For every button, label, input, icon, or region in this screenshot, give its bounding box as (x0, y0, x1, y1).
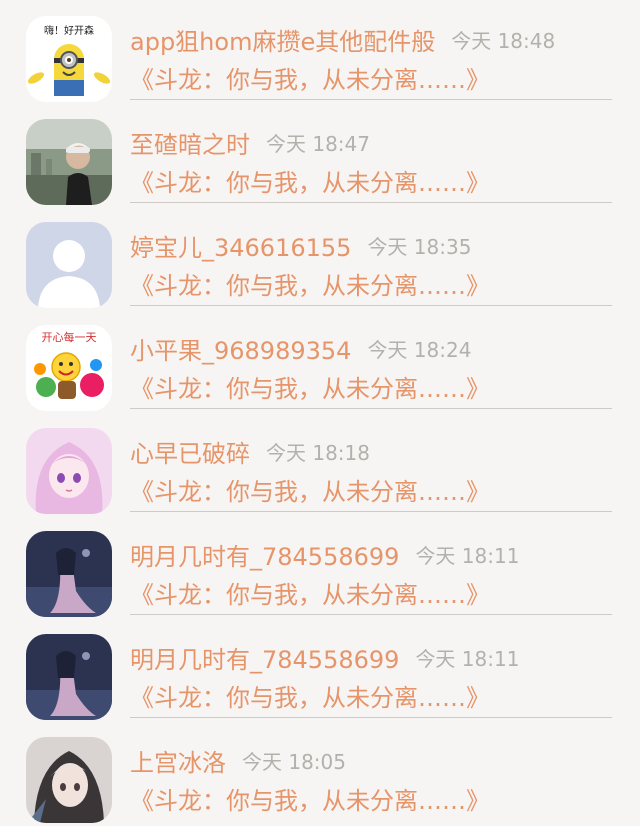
message-list: 嗨！好开森 app狙hom麻攒e其他配件般 今天 18:48 《斗龙：你与我，从未… (0, 0, 640, 826)
sender-name: 明月几时有_784558699 (130, 543, 400, 571)
message-preview: 《斗龙：你与我，从未分离……》 (130, 787, 490, 815)
timestamp: 今天 18:18 (266, 441, 370, 465)
divider (130, 408, 612, 409)
sender-name: 小平果_968989354 (130, 337, 352, 365)
timestamp: 今天 18:47 (266, 132, 370, 156)
message-preview: 《斗龙：你与我，从未分离……》 (130, 684, 490, 712)
divider (130, 305, 612, 306)
smiley-avatar-icon[interactable]: 开心每一天 (26, 325, 112, 411)
message-preview: 《斗龙：你与我，从未分离……》 (130, 66, 490, 94)
message-preview: 《斗龙：你与我，从未分离……》 (130, 169, 490, 197)
sender-name: app狙hom麻攒e其他配件般 (130, 28, 436, 56)
timestamp: 今天 18:35 (367, 235, 472, 259)
divider (130, 99, 612, 100)
list-item[interactable]: 开心每一天 小平果_968989354 今天 18:24 《斗龙：你与我，从未分离… (0, 309, 640, 412)
list-item[interactable]: 明月几时有_784558699 今天 18:11 《斗龙：你与我，从未分离……》 (0, 618, 640, 721)
sender-name: 上宫冰洛 (130, 749, 226, 777)
timestamp: 今天 18:24 (367, 338, 472, 362)
night-figure-avatar-icon[interactable] (26, 531, 112, 617)
minion-avatar-icon[interactable]: 嗨！好开森 (26, 16, 112, 102)
divider (130, 202, 612, 203)
anime-character-avatar-icon[interactable] (26, 737, 112, 823)
sender-name: 婷宝儿_346616155 (130, 234, 352, 262)
timestamp: 今天 18:11 (415, 647, 520, 671)
list-item[interactable]: 明月几时有_784558699 今天 18:11 《斗龙：你与我，从未分离……》 (0, 515, 640, 618)
message-preview: 《斗龙：你与我，从未分离……》 (130, 272, 490, 300)
list-item[interactable]: 婷宝儿_346616155 今天 18:35 《斗龙：你与我，从未分离……》 (0, 206, 640, 309)
timestamp: 今天 18:05 (242, 750, 346, 774)
list-item[interactable]: 上宫冰洛 今天 18:05 《斗龙：你与我，从未分离……》 (0, 721, 640, 824)
sender-name: 心早已破碎 (130, 440, 250, 468)
timestamp: 今天 18:48 (451, 29, 556, 53)
sender-name: 明月几时有_784558699 (130, 646, 400, 674)
sender-name: 至碴暗之时 (130, 131, 250, 159)
divider (130, 511, 612, 512)
list-item[interactable]: 至碴暗之时 今天 18:47 《斗龙：你与我，从未分离……》 (0, 103, 640, 206)
divider (130, 717, 612, 718)
message-preview: 《斗龙：你与我，从未分离……》 (130, 478, 490, 506)
person-photo-avatar-icon[interactable] (26, 119, 112, 205)
default-user-avatar-icon[interactable] (26, 222, 112, 308)
avatar-caption: 开心每一天 (42, 330, 97, 344)
message-preview: 《斗龙：你与我，从未分离……》 (130, 581, 490, 609)
list-item[interactable]: 心早已破碎 今天 18:18 《斗龙：你与我，从未分离……》 (0, 412, 640, 515)
message-preview: 《斗龙：你与我，从未分离……》 (130, 375, 490, 403)
anime-girl-avatar-icon[interactable] (26, 428, 112, 514)
night-figure-avatar-icon[interactable] (26, 634, 112, 720)
list-item[interactable]: 嗨！好开森 app狙hom麻攒e其他配件般 今天 18:48 《斗龙：你与我，从未… (0, 0, 640, 103)
avatar-caption: 嗨！好开森 (44, 24, 94, 37)
divider (130, 614, 612, 615)
timestamp: 今天 18:11 (415, 544, 520, 568)
